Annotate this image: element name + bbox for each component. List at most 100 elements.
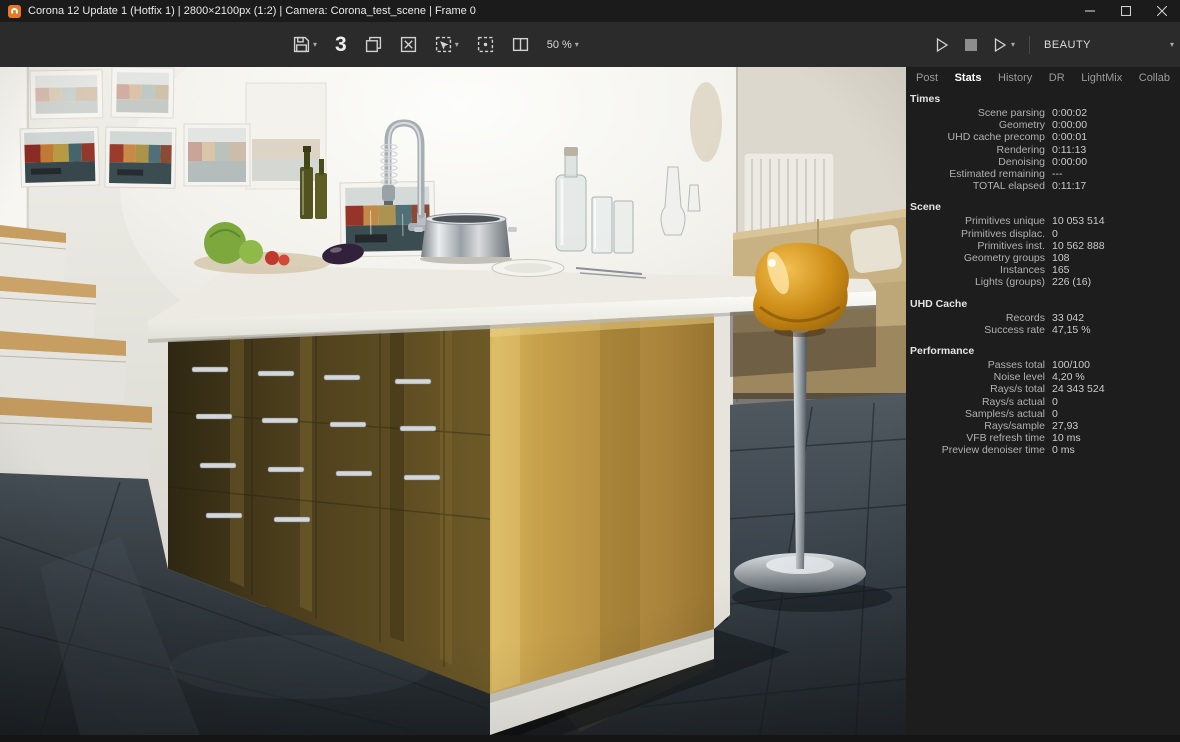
main-area: Post Stats History DR LightMix Collab Times Sc… xyxy=(0,67,1180,735)
clear-icon xyxy=(400,36,417,53)
stat-value: 0 xyxy=(1052,228,1058,240)
stop-render-button[interactable] xyxy=(964,38,978,52)
region-select-icon xyxy=(435,36,452,53)
section-title: Times xyxy=(910,93,1180,105)
clear-vfb-button[interactable] xyxy=(400,36,417,53)
play-icon xyxy=(934,37,950,53)
render-viewport[interactable] xyxy=(0,67,906,735)
stat-label: Rendering xyxy=(906,144,1045,156)
tab-lightmix[interactable]: LightMix xyxy=(1081,72,1122,84)
window-controls xyxy=(1072,0,1180,22)
stat-label: Lights (groups) xyxy=(906,276,1045,288)
stat-label: Rays/sample xyxy=(906,420,1045,432)
stat-label: Primitives inst. xyxy=(906,240,1045,252)
tab-dr[interactable]: DR xyxy=(1049,72,1065,84)
stat-value: --- xyxy=(1052,168,1063,180)
stat-row: Geometry groups108 xyxy=(906,252,1180,264)
minimize-button[interactable] xyxy=(1072,0,1108,22)
stat-value: 0:00:00 xyxy=(1052,156,1087,168)
toolbar: ▾ 3 ▾ xyxy=(0,22,1180,67)
stat-value: 226 (16) xyxy=(1052,276,1091,288)
stat-row: UHD cache precomp0:00:01 xyxy=(906,131,1180,143)
stat-value: 0 xyxy=(1052,396,1058,408)
stat-value: 0:11:13 xyxy=(1052,144,1086,156)
stat-label: Estimated remaining xyxy=(906,168,1045,180)
tab-collab[interactable]: Collab xyxy=(1139,72,1170,84)
stat-label: Rays/s total xyxy=(906,383,1045,395)
stat-value: 10 053 514 xyxy=(1052,215,1105,227)
stat-row: Instances165 xyxy=(906,264,1180,276)
copy-to-clipboard-button[interactable] xyxy=(365,36,382,53)
pass-number-display: 3 xyxy=(335,33,347,57)
close-button[interactable] xyxy=(1144,0,1180,22)
stat-row: Passes total100/100 xyxy=(906,359,1180,371)
stat-value: 0 xyxy=(1052,408,1058,420)
stat-label: VFB refresh time xyxy=(906,432,1045,444)
render-region-button[interactable]: ▾ xyxy=(435,36,459,53)
vfb-window: Corona 12 Update 1 (Hotfix 1) | 2800×210… xyxy=(0,0,1180,742)
stat-row: Noise level 4,20 % xyxy=(906,371,1180,383)
stats-section: UHD CacheRecords33 042Success rate47,15 … xyxy=(906,298,1180,336)
stat-value: 24 343 524 xyxy=(1052,383,1105,395)
minimize-icon xyxy=(1085,6,1095,16)
maximize-button[interactable] xyxy=(1108,0,1144,22)
stat-row: Primitives inst. 10 562 888 xyxy=(906,240,1180,252)
stat-value: 33 042 xyxy=(1052,312,1084,324)
zoom-level-select[interactable]: 50 % ▾ xyxy=(547,39,579,51)
close-icon xyxy=(1157,6,1167,16)
section-title: Scene xyxy=(910,201,1180,213)
ab-compare-icon xyxy=(512,36,529,53)
stats-section: Times Scene parsing 0:00:02Geometry0:00:00… xyxy=(906,93,1180,192)
stat-row: Geometry0:00:00 xyxy=(906,119,1180,131)
stat-value: 4,20 % xyxy=(1052,371,1085,383)
stat-label: Primitives displac. xyxy=(906,228,1045,240)
toolbar-right-group: ▾ BEAUTY ▾ xyxy=(934,22,1174,67)
stat-row: Denoising 0:00:00 xyxy=(906,156,1180,168)
stat-label: Noise level xyxy=(906,371,1045,383)
tab-history[interactable]: History xyxy=(998,72,1032,84)
stat-label: Primitives unique xyxy=(906,215,1045,227)
stat-row: Primitives displac. 0 xyxy=(906,228,1180,240)
window-title: Corona 12 Update 1 (Hotfix 1) | 2800×210… xyxy=(28,5,1072,17)
stat-label: Preview denoiser time xyxy=(906,444,1045,456)
dropdown-caret-icon: ▾ xyxy=(575,41,579,49)
stat-label: Denoising xyxy=(906,156,1045,168)
stat-label: Rays/s actual xyxy=(906,396,1045,408)
stat-label: Samples/s actual xyxy=(906,408,1045,420)
tab-stats[interactable]: Stats xyxy=(955,72,982,84)
stat-row: Lights (groups) 226 (16) xyxy=(906,276,1180,288)
stat-row: Success rate 47,15 % xyxy=(906,324,1180,336)
stat-value: 27,93 xyxy=(1052,420,1078,432)
stat-value: 10 ms xyxy=(1052,432,1081,444)
stats-section: Performance Passes total100/100Noise leve… xyxy=(906,345,1180,457)
render-element-value: BEAUTY xyxy=(1044,39,1091,51)
play-icon xyxy=(992,37,1008,53)
tab-post[interactable]: Post xyxy=(916,72,938,84)
stop-icon xyxy=(964,38,978,52)
stat-label: Scene parsing xyxy=(906,107,1045,119)
maximize-icon xyxy=(1121,6,1131,16)
section-title: Performance xyxy=(910,345,1180,357)
stat-row: Primitives unique 10 053 514 xyxy=(906,215,1180,227)
reset-region-button[interactable] xyxy=(477,36,494,53)
section-title: UHD Cache xyxy=(910,298,1180,310)
ab-compare-button[interactable] xyxy=(512,36,529,53)
stat-row: Scene parsing 0:00:02 xyxy=(906,107,1180,119)
stat-value: 47,15 % xyxy=(1052,324,1091,336)
stat-row: Rays/s total 24 343 524 xyxy=(906,383,1180,395)
stat-value: 10 562 888 xyxy=(1052,240,1105,252)
stat-value: 0:00:02 xyxy=(1052,107,1087,119)
start-render-button[interactable] xyxy=(934,37,950,53)
stat-value: 165 xyxy=(1052,264,1070,276)
render-element-select[interactable]: BEAUTY ▾ xyxy=(1044,39,1174,51)
stat-label: TOTAL elapsed xyxy=(906,180,1045,192)
dropdown-caret-icon: ▾ xyxy=(1170,41,1174,49)
toolbar-center-group: ▾ 3 ▾ xyxy=(293,22,579,67)
corona-logo-icon xyxy=(8,5,21,18)
zoom-value: 50 % xyxy=(547,39,572,51)
save-image-button[interactable]: ▾ xyxy=(293,36,317,53)
start-interactive-button[interactable]: ▾ xyxy=(992,37,1015,53)
stat-label: Success rate xyxy=(906,324,1045,336)
stat-value: 100/100 xyxy=(1052,359,1090,371)
toolbar-separator xyxy=(1029,36,1030,54)
